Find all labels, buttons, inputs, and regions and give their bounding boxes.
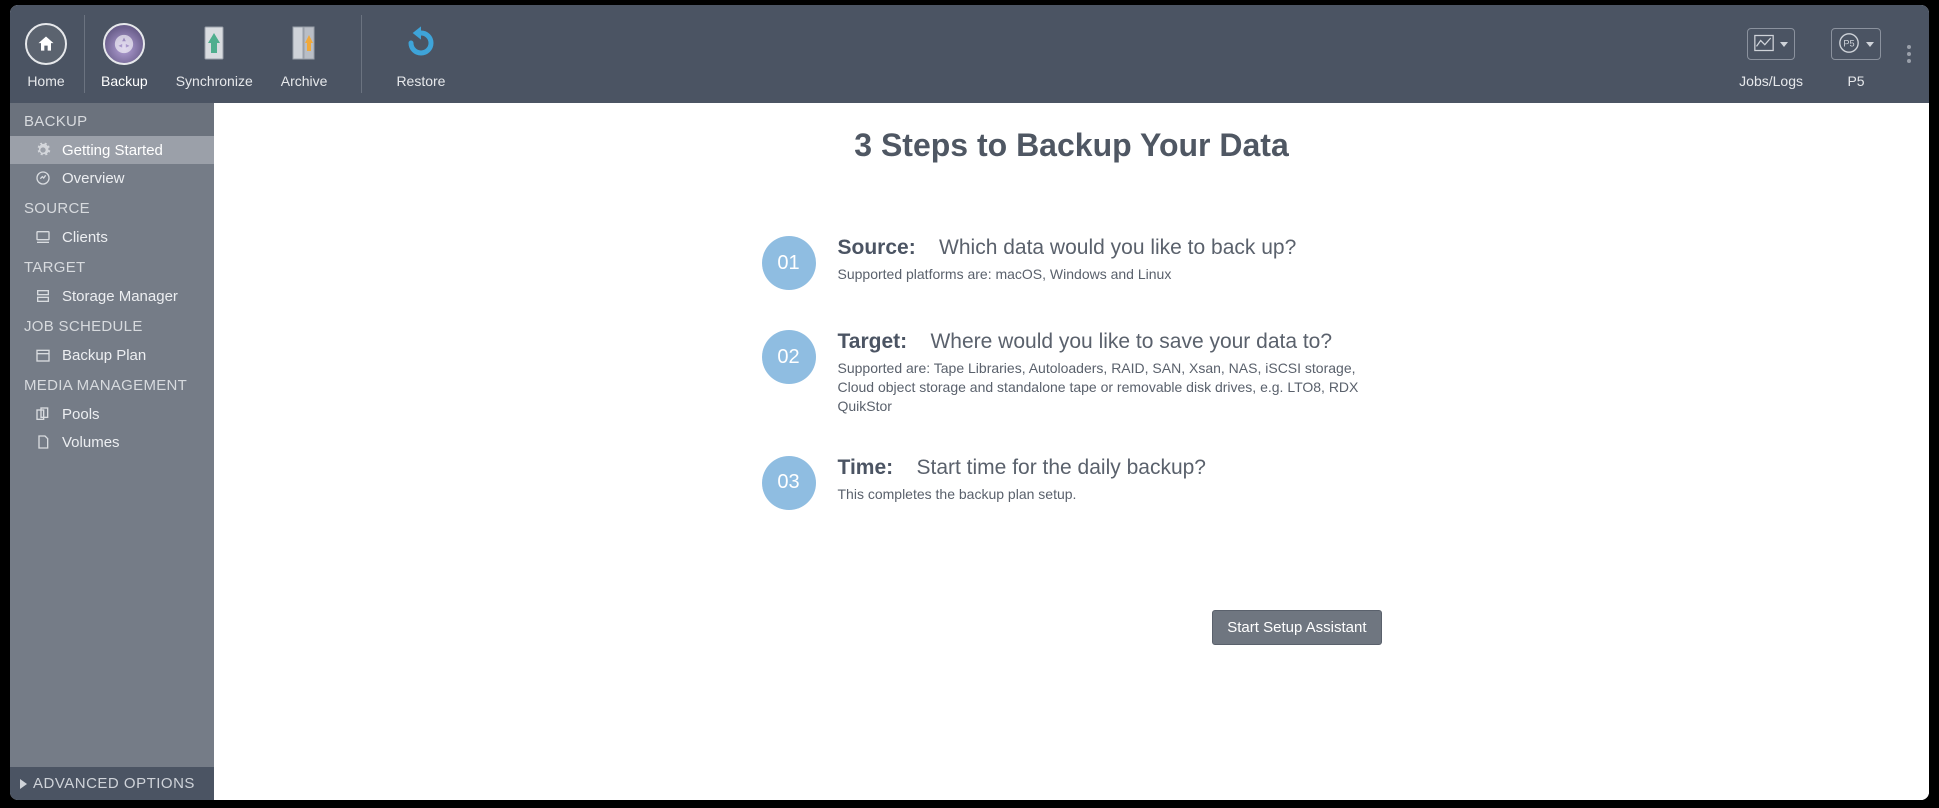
clients-icon — [34, 228, 52, 246]
chevron-down-icon — [1780, 42, 1788, 47]
toolbar-spacer — [459, 5, 1725, 103]
sidebar-header-job-schedule: JOB SCHEDULE — [10, 310, 214, 341]
backup-button[interactable]: Backup — [87, 5, 162, 103]
sidebar-header-source: SOURCE — [10, 192, 214, 223]
p5-icon: P5 — [1838, 32, 1860, 57]
home-button[interactable]: Home — [10, 5, 82, 103]
jobs-logs-label: Jobs/Logs — [1739, 73, 1803, 89]
step-question: Where would you like to save your data t… — [930, 330, 1332, 353]
p5-button[interactable]: P5 P5 — [1817, 5, 1895, 103]
home-icon — [25, 23, 67, 65]
sidebar-item-volumes[interactable]: Volumes — [10, 428, 214, 456]
step-detail: Supported are: Tape Libraries, Autoloade… — [838, 359, 1382, 416]
advanced-options-toggle[interactable]: ADVANCED OPTIONS — [10, 767, 214, 800]
volumes-icon — [34, 433, 52, 451]
step-time: 03 Time: Start time for the daily backup… — [762, 454, 1382, 510]
sidebar-item-storage-manager[interactable]: Storage Manager — [10, 282, 214, 310]
storage-icon — [34, 287, 52, 305]
restore-label: Restore — [396, 73, 445, 89]
backup-label: Backup — [101, 73, 148, 89]
toolbar-right: Jobs/Logs P5 P5 — [1725, 5, 1929, 103]
main-content: 3 Steps to Backup Your Data 01 Source: W… — [214, 103, 1929, 800]
sidebar-item-label: Overview — [62, 170, 125, 187]
sidebar: BACKUP Getting Started Overview SOURCE C… — [10, 103, 214, 800]
app-window: Home Backup — [10, 5, 1929, 800]
chevron-down-icon — [1866, 42, 1874, 47]
advanced-options-label: ADVANCED OPTIONS — [33, 775, 195, 792]
overview-icon — [34, 169, 52, 187]
toolbar-separator — [84, 15, 85, 93]
home-label: Home — [27, 73, 64, 89]
step-detail: Supported platforms are: macOS, Windows … — [838, 265, 1382, 284]
synchronize-icon — [197, 23, 231, 66]
step-source: 01 Source: Which data would you like to … — [762, 234, 1382, 290]
start-setup-assistant-button[interactable]: Start Setup Assistant — [1212, 610, 1381, 645]
step-question: Which data would you like to back up? — [939, 236, 1296, 259]
sidebar-header-backup: BACKUP — [10, 103, 214, 136]
synchronize-button[interactable]: Synchronize — [162, 5, 267, 103]
step-number-badge: 03 — [762, 456, 816, 510]
sidebar-header-media-management: MEDIA MANAGEMENT — [10, 369, 214, 400]
sidebar-header-target: TARGET — [10, 251, 214, 282]
step-target: 02 Target: Where would you like to save … — [762, 328, 1382, 416]
jobs-logs-button[interactable]: Jobs/Logs — [1725, 5, 1817, 103]
kebab-menu-icon[interactable] — [1907, 45, 1911, 63]
pools-icon — [34, 405, 52, 423]
toolbar-left: Home Backup — [10, 5, 459, 103]
step-label: Source: — [838, 236, 916, 259]
jobs-logs-icon — [1754, 34, 1774, 55]
synchronize-label: Synchronize — [176, 73, 253, 89]
steps-block: 01 Source: Which data would you like to … — [762, 234, 1382, 510]
step-question: Start time for the daily backup? — [917, 456, 1206, 479]
sidebar-item-label: Pools — [62, 406, 100, 423]
top-toolbar: Home Backup — [10, 5, 1929, 103]
sidebar-item-getting-started[interactable]: Getting Started — [10, 136, 214, 164]
sidebar-item-clients[interactable]: Clients — [10, 223, 214, 251]
sidebar-item-label: Backup Plan — [62, 347, 146, 364]
sidebar-item-backup-plan[interactable]: Backup Plan — [10, 341, 214, 369]
body-row: BACKUP Getting Started Overview SOURCE C… — [10, 103, 1929, 800]
sidebar-item-label: Getting Started — [62, 142, 163, 159]
step-detail: This completes the backup plan setup. — [838, 485, 1382, 504]
page-title: 3 Steps to Backup Your Data — [214, 127, 1929, 164]
archive-button[interactable]: Archive — [267, 5, 342, 103]
sidebar-item-label: Volumes — [62, 434, 120, 451]
step-number-badge: 01 — [762, 236, 816, 290]
toolbar-separator — [361, 15, 362, 93]
sidebar-item-label: Storage Manager — [62, 288, 178, 305]
step-number-badge: 02 — [762, 330, 816, 384]
p5-label: P5 — [1847, 73, 1864, 89]
restore-button[interactable]: Restore — [382, 5, 459, 103]
backup-icon — [103, 23, 145, 65]
step-label: Time: — [838, 456, 894, 479]
sidebar-item-overview[interactable]: Overview — [10, 164, 214, 192]
calendar-icon — [34, 346, 52, 364]
triangle-right-icon — [20, 779, 27, 789]
archive-icon — [287, 23, 321, 66]
archive-label: Archive — [281, 73, 328, 89]
restore-icon — [401, 23, 441, 66]
sidebar-item-pools[interactable]: Pools — [10, 400, 214, 428]
gear-icon — [34, 141, 52, 159]
svg-text:P5: P5 — [1843, 38, 1854, 48]
step-label: Target: — [838, 330, 908, 353]
sidebar-item-label: Clients — [62, 229, 108, 246]
